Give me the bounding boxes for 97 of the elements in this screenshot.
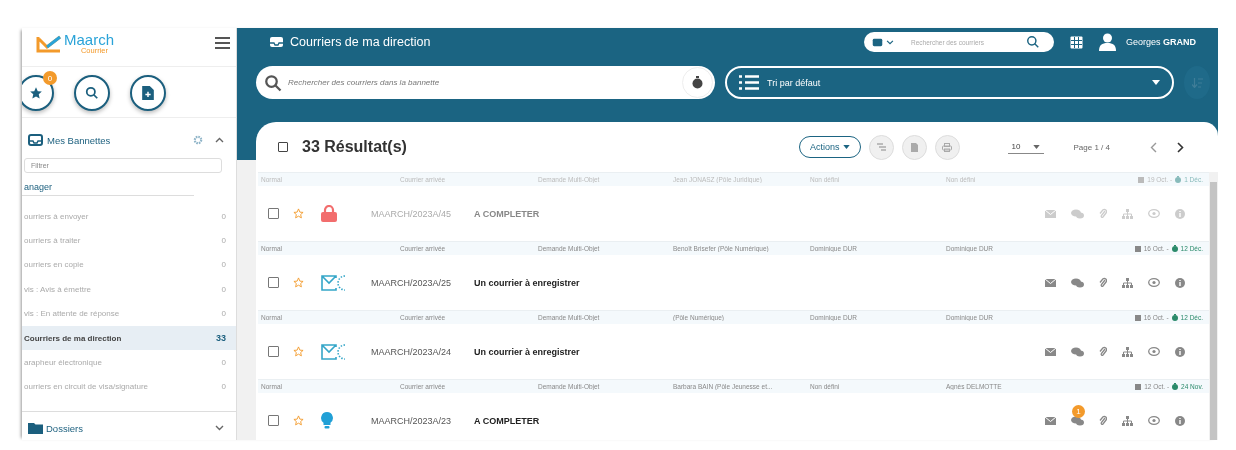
list-icon	[739, 75, 759, 90]
star-icon[interactable]	[293, 415, 304, 426]
inbox-icon	[28, 134, 43, 146]
next-page-icon[interactable]	[1177, 141, 1184, 153]
mail-subject[interactable]: A COMPLETER	[474, 415, 540, 426]
eye-icon[interactable]	[1148, 416, 1160, 425]
user-icon[interactable]	[1098, 33, 1116, 51]
basket-item[interactable]: ourriers à traiter 0	[22, 228, 236, 253]
lock-icon	[321, 205, 337, 222]
settings-icon[interactable]	[193, 135, 203, 145]
info-icon[interactable]	[1175, 415, 1185, 426]
envelope-icon[interactable]	[1045, 278, 1056, 287]
basket-item[interactable]: Courriers de ma direction 33	[22, 325, 236, 351]
document-icon[interactable]	[901, 134, 927, 160]
inbox-icon[interactable]	[871, 37, 883, 47]
comments-icon[interactable]	[1071, 415, 1084, 426]
info-icon[interactable]	[1175, 277, 1185, 288]
calendar-icon	[1138, 176, 1145, 183]
select-all-checkbox[interactable]	[278, 142, 288, 152]
caret-icon	[1152, 80, 1161, 85]
menu-icon[interactable]	[213, 35, 232, 51]
chevron-icon[interactable]	[215, 425, 224, 432]
page-indicator: Page 1 / 4	[1073, 142, 1110, 152]
lightbulb-icon	[321, 412, 333, 429]
caret-icon	[842, 145, 850, 149]
basket-item[interactable]: vis : Avis à émettre 0	[22, 277, 236, 302]
calendar-icon	[1134, 314, 1141, 321]
star-icon[interactable]	[293, 277, 304, 288]
envelope-icon	[321, 343, 347, 360]
basket-item[interactable]: ourriers à envoyer 0	[22, 204, 236, 229]
section-title: Dossiers	[46, 422, 84, 434]
actions-button[interactable]: Actions	[799, 136, 861, 158]
group-title: anager	[22, 173, 194, 196]
previous-page-icon[interactable]	[1150, 141, 1157, 153]
chrono-number: MAARCH/2023A/25	[371, 277, 453, 288]
basket-item[interactable]: arapheur électronique 0	[22, 350, 236, 375]
row-checkbox[interactable]	[268, 415, 279, 426]
notes-count-badge: 1	[1072, 404, 1085, 418]
stopwatch-icon	[1172, 383, 1179, 390]
row-checkbox[interactable]	[268, 277, 279, 288]
caret-icon	[1032, 144, 1040, 149]
page-size-select[interactable]: 10	[1007, 140, 1044, 154]
star-icon[interactable]	[293, 346, 304, 357]
row-checkbox[interactable]	[268, 208, 279, 219]
mail-subject[interactable]: Un courrier à enregistrer	[474, 346, 580, 357]
mail-subject[interactable]: A COMPLETER	[474, 208, 540, 219]
add-document-button[interactable]	[130, 75, 166, 111]
star-icon	[29, 86, 43, 100]
paperclip-icon[interactable]	[1099, 277, 1107, 288]
row-checkbox[interactable]	[268, 346, 279, 357]
search-icon	[264, 73, 282, 92]
calendar-icon	[1134, 245, 1141, 252]
search-button[interactable]	[74, 75, 110, 111]
star-icon[interactable]	[293, 208, 304, 219]
stopwatch-icon	[1171, 245, 1178, 252]
chrono-number: MAARCH/2023A/24	[371, 346, 453, 357]
chrono-number: MAARCH/2023A/23	[371, 415, 453, 426]
hierarchy-icon[interactable]	[1122, 277, 1133, 288]
eye-icon[interactable]	[1148, 347, 1160, 356]
stopwatch-icon	[1171, 314, 1178, 321]
list-tool-icon[interactable]	[868, 134, 894, 160]
stopwatch-icon	[1175, 176, 1182, 183]
results-count: 33 Résultat(s)	[302, 138, 407, 156]
envelope-icon[interactable]	[1045, 416, 1056, 425]
user-name[interactable]: Georges GRAND	[1125, 37, 1196, 47]
comments-icon[interactable]	[1071, 277, 1084, 288]
paperclip-icon[interactable]	[1099, 346, 1107, 357]
inbox-icon	[269, 36, 284, 48]
search-icon	[85, 86, 99, 100]
chrono-number: MAARCH/2023A/45	[371, 208, 453, 219]
envelope-icon	[321, 274, 347, 291]
folder-icon	[28, 422, 43, 435]
calendar-icon	[1135, 383, 1142, 390]
scrollbar[interactable]	[1209, 172, 1218, 440]
count-badge: 0	[43, 71, 57, 85]
hierarchy-icon[interactable]	[1122, 415, 1133, 426]
section-title: Mes Bannettes	[47, 134, 112, 146]
sort-dropdown[interactable]: Tri par défaut	[725, 66, 1175, 99]
chevron-icon[interactable]	[885, 39, 894, 45]
hierarchy-icon[interactable]	[1122, 346, 1133, 357]
mail-subject[interactable]: Un courrier à enregistrer	[474, 277, 580, 288]
paperclip-icon[interactable]	[1099, 208, 1107, 219]
paperclip-icon[interactable]	[1099, 415, 1107, 426]
file-plus-icon	[142, 86, 154, 100]
apps-grid-icon[interactable]	[1069, 35, 1083, 49]
print-icon[interactable]	[934, 134, 960, 160]
comments-icon[interactable]	[1071, 346, 1084, 357]
basket-item[interactable]: ourriers en circuit de visa/signature 0	[22, 374, 236, 400]
basket-item[interactable]: ourriers en copie 0	[22, 252, 236, 278]
eye-icon[interactable]	[1148, 278, 1160, 287]
basket-item[interactable]: vis : En attente de réponse 0	[22, 301, 236, 326]
page-title: Courriers de ma direction	[290, 35, 431, 49]
chevron-icon[interactable]	[215, 137, 224, 143]
info-icon[interactable]	[1175, 346, 1185, 357]
basket-search-bar[interactable]: Rechercher des courriers dans la bannette	[256, 66, 715, 99]
envelope-icon[interactable]	[1045, 347, 1056, 356]
search-icon[interactable]	[1025, 35, 1040, 49]
